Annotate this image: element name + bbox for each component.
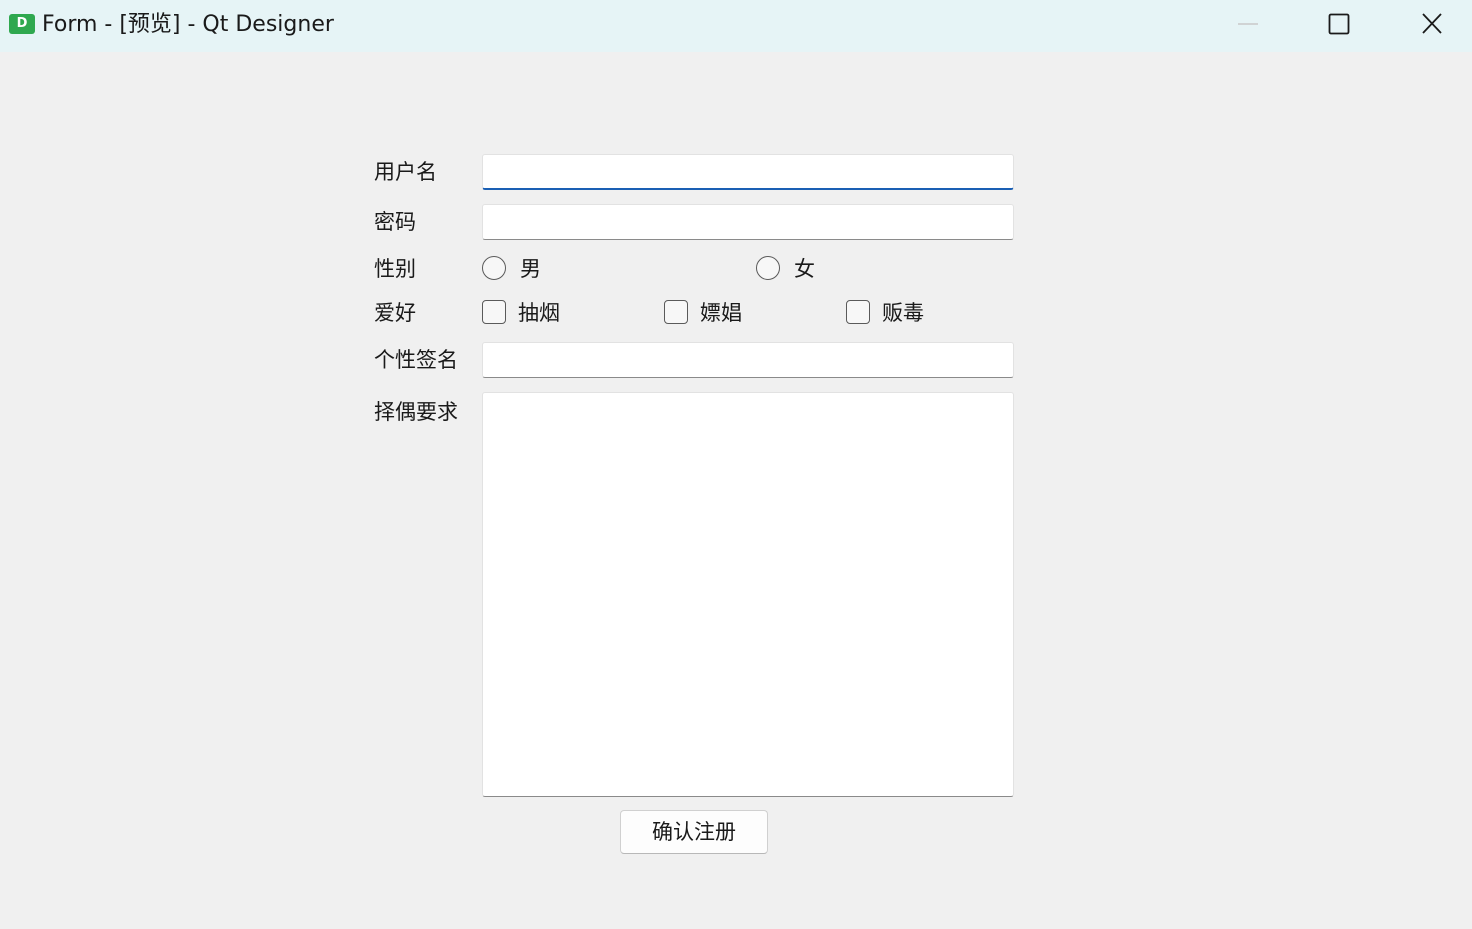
gender-male-label[interactable]: 男 (520, 255, 541, 283)
gender-female-radio[interactable] (756, 256, 780, 280)
requirements-textarea[interactable] (482, 392, 1014, 797)
qt-designer-app-icon: D (9, 14, 35, 34)
minimize-button[interactable] (1202, 0, 1294, 48)
minimize-icon (1238, 23, 1258, 25)
hobby-option-label-2[interactable]: 嫖娼 (700, 299, 742, 327)
maximize-button[interactable] (1293, 0, 1385, 48)
gender-label: 性别 (374, 257, 416, 281)
signature-label: 个性签名 (374, 348, 458, 372)
signature-input[interactable] (482, 342, 1014, 378)
username-label: 用户名 (374, 160, 437, 184)
username-input[interactable] (482, 154, 1014, 190)
title-bar: D Form - [预览] - Qt Designer (0, 0, 1472, 52)
password-label: 密码 (374, 210, 416, 234)
submit-register-button[interactable]: 确认注册 (620, 810, 768, 854)
hobby-option-label-3[interactable]: 贩毒 (882, 299, 924, 327)
close-icon (1422, 13, 1442, 34)
requirements-label: 择偶要求 (374, 400, 458, 424)
hobby-checkbox-3[interactable] (846, 300, 870, 324)
hobby-option-label-1[interactable]: 抽烟 (518, 299, 560, 327)
qt-designer-preview-window: D Form - [预览] - Qt Designer 用户名 密码 性别 男 … (0, 0, 1472, 929)
maximize-icon (1328, 13, 1350, 35)
gender-male-radio[interactable] (482, 256, 506, 280)
window-title: Form - [预览] - Qt Designer (42, 12, 334, 37)
hobby-checkbox-1[interactable] (482, 300, 506, 324)
hobby-checkbox-2[interactable] (664, 300, 688, 324)
hobby-label: 爱好 (374, 301, 416, 325)
password-input[interactable] (482, 204, 1014, 240)
gender-female-label[interactable]: 女 (794, 255, 815, 283)
close-button[interactable] (1386, 0, 1472, 48)
